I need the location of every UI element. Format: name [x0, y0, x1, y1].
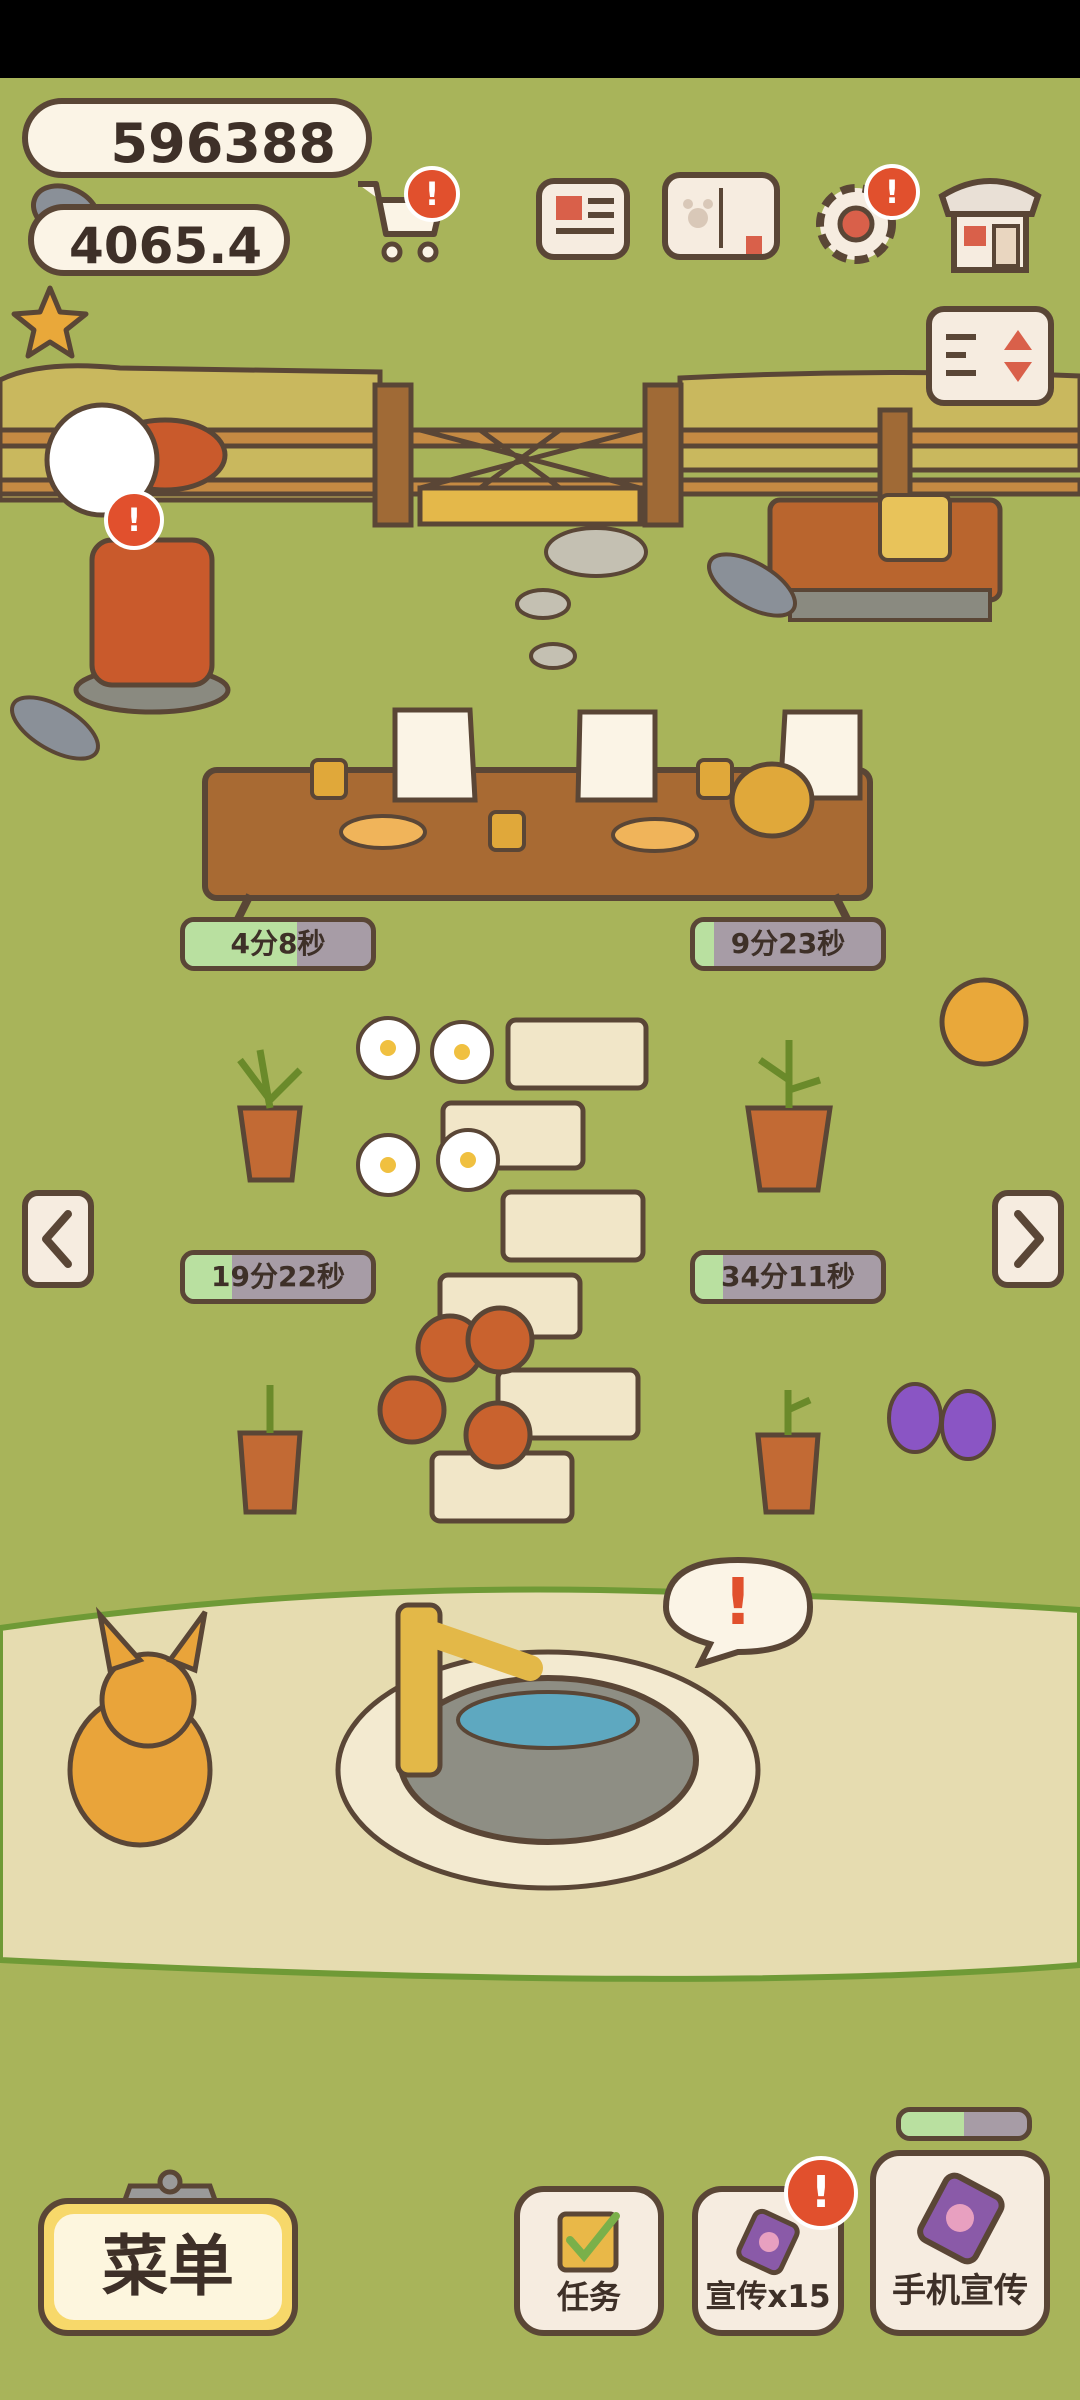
sunflower	[939, 977, 1029, 1067]
phone-promo-large-icon	[917, 2172, 1005, 2265]
alert-badge-cart: !	[404, 166, 460, 222]
phone-promo-label: 手机宣传	[892, 2271, 1028, 2311]
star-currency-display: 4065.4	[28, 204, 290, 276]
timer-bar: 9分23秒	[690, 917, 886, 971]
promo-label: 宣传x15	[705, 2279, 831, 2315]
phone-promo-progress	[896, 2107, 1032, 2141]
scene-background	[0, 363, 1080, 1982]
newspaper-button[interactable]	[536, 178, 630, 260]
sort-toggle-button[interactable]	[926, 306, 1054, 406]
well-alert-mark: !	[723, 1566, 753, 1640]
timer-label: 19分22秒	[211, 1260, 345, 1293]
game-scene	[0, 78, 1080, 2400]
phone-promo-button[interactable]: 手机宣传	[870, 2150, 1050, 2336]
chevron-left-icon	[42, 1210, 72, 1268]
alert-badge-promo: !	[784, 2156, 858, 2230]
cat-album-button[interactable]	[662, 172, 780, 260]
timer-fill	[695, 1255, 723, 1299]
timer-label: 4分8秒	[230, 927, 326, 960]
tasks-label: 任务	[556, 2278, 621, 2316]
fish-stall	[767, 493, 1003, 622]
star-icon	[11, 285, 89, 359]
fish-currency-value: 596388	[110, 112, 336, 175]
timer-bar: 19分22秒	[180, 1250, 376, 1304]
timer-label: 9分23秒	[730, 927, 846, 960]
stone-path	[429, 1017, 649, 1524]
timer-label: 34分11秒	[721, 1260, 855, 1293]
menu-label: 菜单	[54, 2214, 282, 2320]
phone-promo-progress-fill	[901, 2112, 964, 2136]
checklist-icon	[557, 2211, 620, 2273]
timer-fill	[695, 922, 714, 966]
alert-badge-cat[interactable]: !	[104, 490, 164, 550]
alert-badge-settings: !	[864, 164, 920, 220]
fish-currency-display: 596388	[22, 98, 372, 178]
newspaper-icon	[556, 196, 614, 234]
chevron-right-icon	[1014, 1210, 1044, 1268]
shop-store-icon[interactable]	[934, 166, 1046, 274]
tasks-button[interactable]: 任务	[514, 2186, 664, 2336]
sort-icon	[946, 330, 1032, 382]
timer-bar: 4分8秒	[180, 917, 376, 971]
previous-area-button[interactable]	[22, 1190, 94, 1288]
menu-button[interactable]: 菜单	[38, 2198, 298, 2336]
status-bar	[0, 0, 1080, 78]
purple-fish	[887, 1382, 943, 1454]
cat-stove	[44, 402, 231, 715]
picnic-table	[202, 707, 873, 937]
star-currency-value: 4065.4	[69, 217, 262, 275]
paw-book-icon	[683, 188, 762, 258]
next-area-button[interactable]	[992, 1190, 1064, 1288]
timer-bar: 34分11秒	[690, 1250, 886, 1304]
